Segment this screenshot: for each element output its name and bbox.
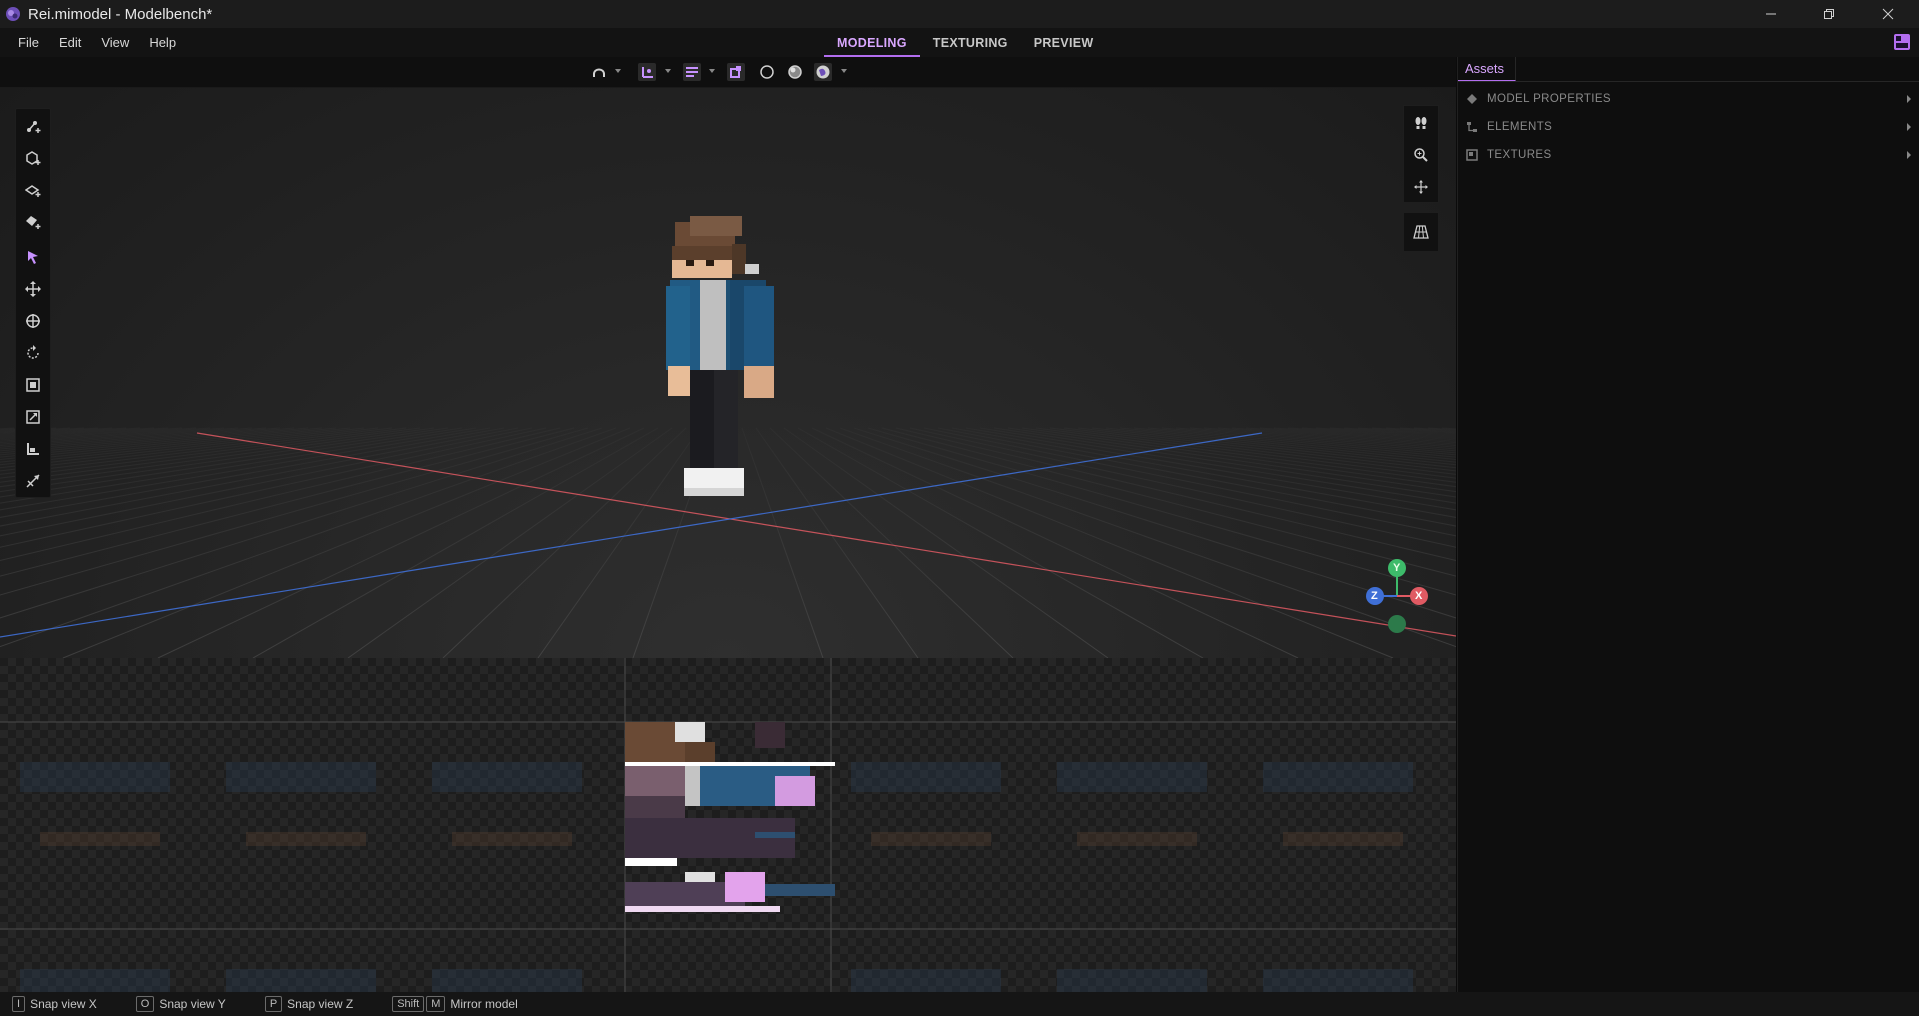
chevron-right-icon <box>1907 151 1911 159</box>
hint-label: Snap view X <box>30 997 97 1011</box>
section-label: MODEL PROPERTIES <box>1487 93 1611 105</box>
section-label: TEXTURES <box>1487 149 1552 161</box>
key-badge: P <box>264 996 283 1012</box>
transform-space-icon[interactable] <box>638 63 656 81</box>
assets-tabbar: Assets <box>1458 57 1919 82</box>
wireframe-shading-icon[interactable] <box>758 63 776 81</box>
restore-icon <box>1824 9 1834 19</box>
tab-texturing[interactable]: TEXTURING <box>920 28 1021 57</box>
menu-view[interactable]: View <box>101 35 129 50</box>
menu-file[interactable]: File <box>18 35 39 50</box>
select-icon[interactable] <box>24 248 42 266</box>
textures-icon <box>1466 149 1478 161</box>
tab-assets[interactable]: Assets <box>1458 57 1516 81</box>
character-model[interactable] <box>660 216 800 536</box>
grid-toggle-icon[interactable] <box>1413 224 1429 240</box>
zoom-icon[interactable] <box>1413 147 1429 163</box>
textured-shading-icon[interactable] <box>814 63 832 81</box>
texture-tiles <box>0 658 1456 992</box>
section-label: ELEMENTS <box>1487 121 1553 133</box>
create-bone-icon[interactable] <box>24 117 42 135</box>
solid-shading-icon[interactable] <box>786 63 804 81</box>
hint-mirror-model: Shift M Mirror model <box>392 996 518 1012</box>
walk-icon[interactable] <box>1413 115 1429 131</box>
move-icon[interactable] <box>24 280 42 298</box>
create-mesh-icon[interactable] <box>24 213 42 231</box>
window-title: Rei.mimodel - Modelbench* <box>28 5 213 23</box>
shear-icon[interactable] <box>24 472 42 490</box>
tab-preview[interactable]: PREVIEW <box>1021 28 1107 57</box>
z-axis-line <box>0 432 1263 638</box>
rotate-icon[interactable] <box>24 344 42 362</box>
menu-edit[interactable]: Edit <box>59 35 81 50</box>
create-plane-icon[interactable] <box>24 181 42 199</box>
transform-dropdown-caret[interactable] <box>665 69 671 73</box>
pan-icon[interactable] <box>1413 179 1429 195</box>
hint-snap-x: I Snap view X <box>12 996 97 1012</box>
menu-help[interactable]: Help <box>149 35 176 50</box>
elements-icon <box>1466 121 1478 133</box>
panel-layout-icon[interactable] <box>1893 33 1911 51</box>
pivot-icon[interactable] <box>24 312 42 330</box>
hint-label: Mirror model <box>450 997 518 1011</box>
status-bar: I Snap view X O Snap view Y P Snap view … <box>0 992 1919 1016</box>
hint-snap-y: O Snap view Y <box>135 996 226 1012</box>
skin-texture <box>625 722 835 912</box>
mode-tabs: MODELING TEXTURING PREVIEW <box>824 28 1106 57</box>
close-button[interactable] <box>1859 0 1917 28</box>
snap-magnet-icon[interactable] <box>590 63 608 81</box>
grid-tools <box>1403 212 1439 252</box>
key-badge: M <box>426 996 446 1012</box>
key-badge: Shift <box>392 996 425 1012</box>
gizmo-x-label: X <box>1415 590 1423 602</box>
app-logo-icon <box>6 7 20 21</box>
chevron-right-icon <box>1907 123 1911 131</box>
snap-dropdown-caret[interactable] <box>615 69 621 73</box>
texture-uv-panel[interactable] <box>0 658 1456 992</box>
close-icon <box>1882 8 1894 20</box>
key-badge: I <box>12 996 26 1012</box>
left-tool-column <box>15 108 51 498</box>
hint-label: Snap view Y <box>159 997 226 1011</box>
model-properties-icon <box>1466 93 1478 105</box>
chevron-right-icon <box>1907 95 1911 103</box>
x-axis-line <box>196 432 1456 637</box>
camera-tools <box>1403 105 1439 203</box>
scale-icon[interactable] <box>24 376 42 394</box>
gizmo-y-label: Y <box>1393 562 1401 574</box>
restore-button[interactable] <box>1800 0 1858 28</box>
3d-viewport[interactable]: Y X Z <box>0 88 1456 658</box>
assets-panel: Assets MODEL PROPERTIES ELEMENTS TEXTURE… <box>1457 57 1919 992</box>
hint-label: Snap view Z <box>287 997 354 1011</box>
bend-icon[interactable] <box>24 440 42 458</box>
pivot-dropdown-caret[interactable] <box>709 69 715 73</box>
minimize-button[interactable] <box>1742 0 1800 28</box>
section-model-properties[interactable]: MODEL PROPERTIES <box>1458 85 1919 113</box>
tab-modeling[interactable]: MODELING <box>824 28 920 57</box>
create-cube-icon[interactable] <box>24 149 42 167</box>
title-bar: Rei.mimodel - Modelbench* <box>0 0 1919 28</box>
section-textures[interactable]: TEXTURES <box>1458 141 1919 169</box>
section-elements[interactable]: ELEMENTS <box>1458 113 1919 141</box>
viewport-toolbar <box>0 57 1456 88</box>
minimize-icon <box>1766 13 1776 15</box>
key-badge: O <box>135 996 155 1012</box>
hint-snap-z: P Snap view Z <box>264 996 354 1012</box>
pivot-mode-icon[interactable] <box>683 63 701 81</box>
paint-bucket-icon[interactable] <box>727 63 745 81</box>
shading-dropdown-caret[interactable] <box>841 69 847 73</box>
resize-icon[interactable] <box>24 408 42 426</box>
gizmo-z-label: Z <box>1371 590 1378 602</box>
